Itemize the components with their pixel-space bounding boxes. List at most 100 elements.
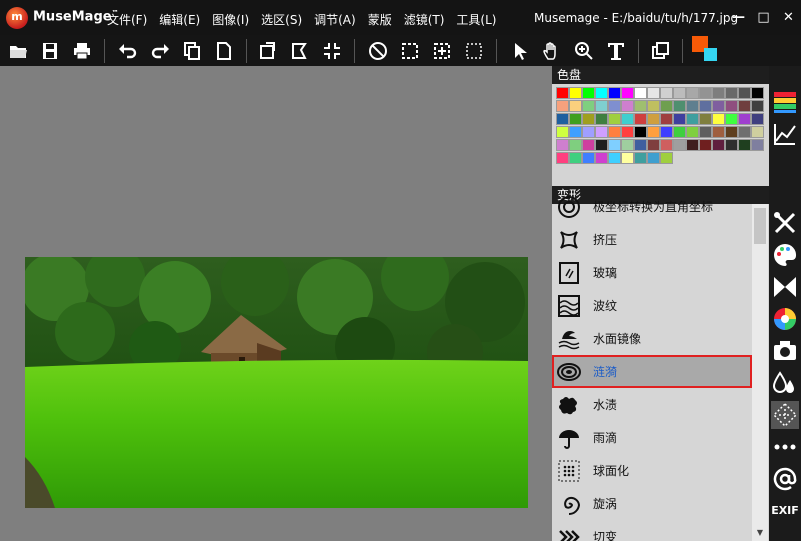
menu-adjust[interactable]: 调节(A): [314, 11, 356, 28]
scroll-thumb[interactable]: [754, 208, 766, 244]
scroll-down-icon[interactable]: ▼: [754, 527, 766, 539]
color-swatch-cell[interactable]: [738, 139, 751, 151]
maximize-button[interactable]: □: [751, 8, 776, 28]
color-swatch-cell[interactable]: [725, 87, 738, 99]
color-swatch-cell[interactable]: [686, 126, 699, 138]
color-swatch-cell[interactable]: [647, 100, 660, 112]
select-add-icon[interactable]: [430, 39, 454, 63]
color-swatch-cell[interactable]: [621, 113, 634, 125]
menu-mask[interactable]: 蒙版: [368, 11, 392, 28]
color-swatch-cell[interactable]: [660, 87, 673, 99]
color-swatch-cell[interactable]: [608, 100, 621, 112]
color-swatch-cell[interactable]: [634, 126, 647, 138]
color-swatch-cell[interactable]: [569, 100, 582, 112]
redo-icon[interactable]: [148, 39, 172, 63]
exif-button[interactable]: EXIF: [769, 504, 801, 517]
color-swatch-cell[interactable]: [751, 113, 764, 125]
fx-item-raindrop[interactable]: 雨滴: [552, 421, 752, 454]
open-icon[interactable]: [6, 39, 30, 63]
menu-file[interactable]: 文件(F): [107, 11, 147, 28]
zoom-icon[interactable]: [572, 39, 596, 63]
color-swatch[interactable]: [692, 36, 720, 64]
color-swatch-cell[interactable]: [673, 126, 686, 138]
fx-item-twirl[interactable]: 旋涡: [552, 487, 752, 520]
curve-icon[interactable]: [771, 120, 799, 148]
color-swatch-cell[interactable]: [647, 87, 660, 99]
color-swatch-cell[interactable]: [569, 152, 582, 164]
color-swatch-cell[interactable]: [660, 100, 673, 112]
color-wheel-icon[interactable]: [771, 305, 799, 333]
color-swatch-cell[interactable]: [608, 139, 621, 151]
color-swatch-cell[interactable]: [582, 139, 595, 151]
color-swatch-cell[interactable]: [712, 113, 725, 125]
background-color[interactable]: [704, 48, 717, 61]
color-swatch-cell[interactable]: [595, 152, 608, 164]
color-swatch-cell[interactable]: [660, 126, 673, 138]
palette-panel-icon[interactable]: [771, 88, 799, 116]
menu-filter[interactable]: 滤镜(T): [404, 11, 445, 28]
fx-item-shear[interactable]: 切变: [552, 520, 752, 541]
more-icon[interactable]: [771, 433, 799, 461]
minimize-button[interactable]: —: [726, 8, 751, 28]
color-swatch-cell[interactable]: [725, 113, 738, 125]
color-swatch-cell[interactable]: [673, 87, 686, 99]
layers-icon[interactable]: [648, 39, 672, 63]
color-swatch-cell[interactable]: [686, 87, 699, 99]
color-swatch-cell[interactable]: [686, 100, 699, 112]
menu-tools[interactable]: 工具(L): [456, 11, 496, 28]
color-swatch-cell[interactable]: [608, 152, 621, 164]
color-swatch-cell[interactable]: [621, 87, 634, 99]
color-swatch-cell[interactable]: [582, 126, 595, 138]
menu-select[interactable]: 选区(S): [261, 11, 302, 28]
color-swatch-cell[interactable]: [595, 139, 608, 151]
color-swatch-cell[interactable]: [556, 126, 569, 138]
color-swatch-cell[interactable]: [634, 152, 647, 164]
color-swatch-cell[interactable]: [556, 87, 569, 99]
camera-icon[interactable]: [771, 337, 799, 365]
undo-icon[interactable]: [116, 39, 140, 63]
tools-icon[interactable]: [771, 209, 799, 237]
select-rect-icon[interactable]: [398, 39, 422, 63]
color-swatch-cell[interactable]: [738, 126, 751, 138]
copy-icon[interactable]: [180, 39, 204, 63]
pointer-icon[interactable]: [508, 39, 532, 63]
color-swatch-cell[interactable]: [699, 87, 712, 99]
fx-item-water-mirror[interactable]: 水面镜像: [552, 322, 752, 355]
fx-item-polar-rect[interactable]: 极坐标转换为直角坐标: [552, 190, 752, 223]
color-swatch-cell[interactable]: [712, 139, 725, 151]
color-swatch-cell[interactable]: [647, 126, 660, 138]
color-swatch-cell[interactable]: [699, 100, 712, 112]
color-swatch-cell[interactable]: [621, 139, 634, 151]
color-swatch-cell[interactable]: [699, 139, 712, 151]
color-swatch-cell[interactable]: [556, 139, 569, 151]
color-swatch-cell[interactable]: [660, 152, 673, 164]
color-swatch-cell[interactable]: [673, 139, 686, 151]
color-swatch-cell[interactable]: [608, 126, 621, 138]
save-icon[interactable]: [38, 39, 62, 63]
color-swatch-cell[interactable]: [556, 152, 569, 164]
deselect-icon[interactable]: [366, 39, 390, 63]
transform-scrollbar[interactable]: ▼: [752, 204, 768, 541]
fx-item-water-stain[interactable]: 水渍: [552, 388, 752, 421]
color-swatch-cell[interactable]: [595, 113, 608, 125]
color-swatch-cell[interactable]: [569, 139, 582, 151]
fx-item-spherize[interactable]: 球面化: [552, 454, 752, 487]
color-swatch-cell[interactable]: [556, 100, 569, 112]
color-swatch-cell[interactable]: [608, 113, 621, 125]
color-swatch-cell[interactable]: [647, 152, 660, 164]
close-button[interactable]: ✕: [776, 8, 801, 28]
color-swatch-cell[interactable]: [725, 126, 738, 138]
select-icon[interactable]: [462, 39, 486, 63]
distort-icon[interactable]: [771, 401, 799, 429]
color-swatch-cell[interactable]: [699, 126, 712, 138]
fx-item-pinch[interactable]: 挤压: [552, 223, 752, 256]
rotate-icon[interactable]: [256, 39, 280, 63]
color-swatch-cell[interactable]: [673, 113, 686, 125]
color-swatch-cell[interactable]: [582, 87, 595, 99]
color-swatch-cell[interactable]: [673, 100, 686, 112]
color-swatch-cell[interactable]: [738, 87, 751, 99]
fx-item-ripple[interactable]: 波纹: [552, 289, 752, 322]
color-swatch-cell[interactable]: [582, 100, 595, 112]
color-swatch-cell[interactable]: [634, 139, 647, 151]
color-swatch-cell[interactable]: [751, 139, 764, 151]
